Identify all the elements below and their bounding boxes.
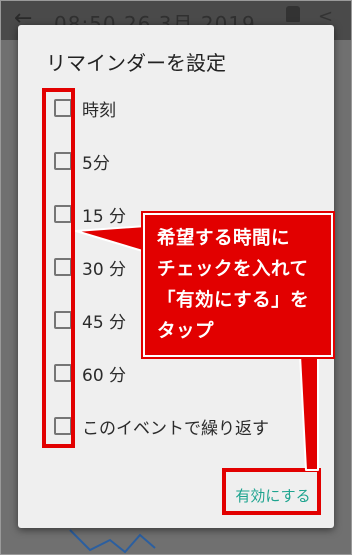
dialog-title: リマインダーを設定 — [46, 51, 226, 75]
callout-text: 希望する時間に チェックを入れて 「有効にする」を タップ — [157, 228, 310, 342]
option-label: 30 分 — [82, 259, 127, 280]
enable-button-highlight-box — [222, 468, 321, 515]
option-label: 15 分 — [82, 206, 127, 227]
option-label: 時刻 — [82, 100, 116, 121]
option-label: 5分 — [82, 153, 110, 174]
option-label: 45 分 — [82, 312, 127, 333]
option-label: 60 分 — [82, 365, 127, 386]
option-repeat-event[interactable]: このイベントで繰り返す — [54, 408, 269, 444]
notification-icon — [286, 6, 300, 22]
option-label: このイベントで繰り返す — [82, 418, 269, 439]
instruction-callout: 希望する時間に チェックを入れて 「有効にする」を タップ — [141, 211, 335, 359]
checkbox-highlight-box — [42, 88, 75, 448]
share-icon: < — [318, 6, 334, 27]
